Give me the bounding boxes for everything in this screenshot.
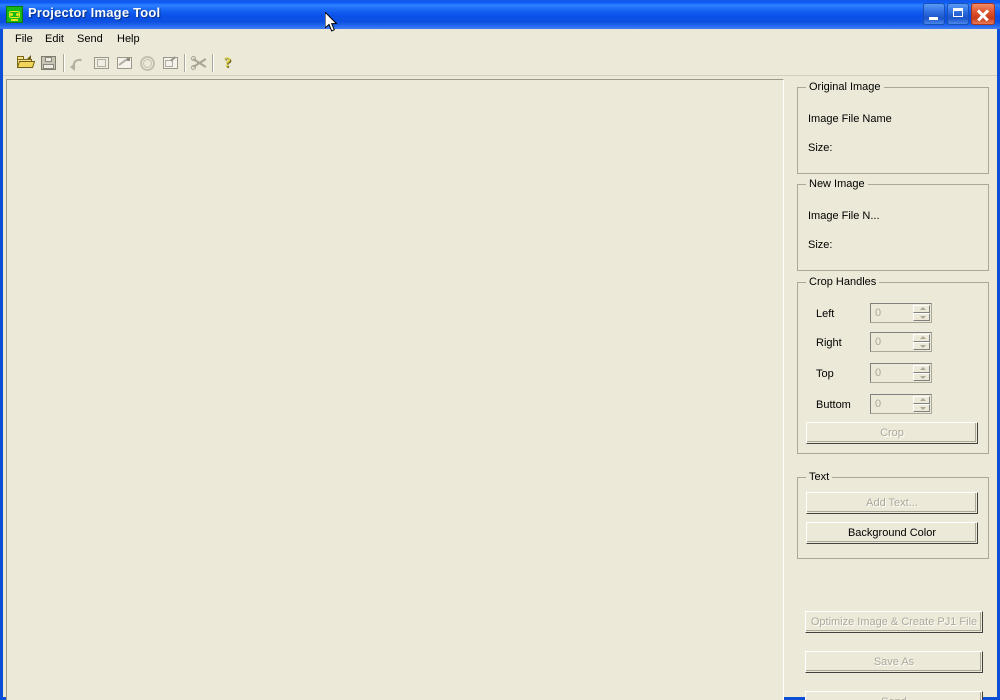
window-title: Projector Image Tool [28, 5, 161, 20]
background-color-button[interactable]: Background Color [806, 522, 978, 544]
toolbar: ? [3, 49, 997, 76]
text-group-title: Text [806, 471, 833, 483]
close-button[interactable] [971, 3, 995, 25]
crop-bottom-increment[interactable] [913, 396, 930, 404]
menu-item-send[interactable]: Send [71, 32, 109, 47]
crop-top-value: 0 [875, 367, 882, 379]
crop-bottom-value: 0 [875, 398, 882, 410]
crop-right-value: 0 [875, 336, 882, 348]
original-image-title: Original Image [806, 81, 884, 93]
new-image-filename-label: Image File N... [808, 210, 880, 222]
caption-button-group [921, 3, 995, 25]
original-image-filename-label: Image File Name [808, 113, 892, 125]
crop-left-decrement[interactable] [913, 313, 930, 321]
crop-handles-group: Crop Handles Left 0 Right 0 Top 0 Buttom… [797, 276, 989, 454]
new-image-size-label: Size: [808, 239, 833, 251]
crop-left-label: Left [816, 308, 835, 320]
toolbar-separator-3 [212, 54, 214, 72]
menu-bar: File Edit Send Help [3, 29, 997, 49]
new-image-group: New Image Image File N... Size: [797, 178, 989, 271]
maximize-icon [953, 8, 963, 17]
crop-top-label: Top [816, 368, 834, 380]
crop-button[interactable]: Crop [806, 422, 978, 444]
crop-left-value: 0 [875, 307, 882, 319]
save-disk-icon[interactable] [37, 52, 60, 74]
image-canvas[interactable] [6, 79, 784, 700]
menu-item-help[interactable]: Help [111, 32, 146, 47]
side-panel: Original Image Image File Name Size: New… [791, 79, 995, 700]
add-text-button[interactable]: Add Text... [806, 492, 978, 514]
crop-top-stepper[interactable]: 0 [870, 363, 932, 383]
crop-rect-icon[interactable] [90, 52, 113, 74]
client-area: File Edit Send Help ? Original Image Ima… [3, 29, 997, 700]
original-image-group: Original Image Image File Name Size: [797, 81, 989, 174]
save-as-button[interactable]: Save As [805, 651, 983, 673]
minimize-icon [929, 17, 938, 20]
crop-right-decrement[interactable] [913, 342, 930, 350]
pencil-icon[interactable] [113, 52, 136, 74]
export-icon[interactable] [159, 52, 182, 74]
text-group: Text Add Text... Background Color [797, 471, 989, 559]
send-icon[interactable] [188, 52, 211, 74]
optimize-image-button[interactable]: Optimize Image & Create PJ1 File [805, 611, 983, 633]
original-image-size-label: Size: [808, 142, 833, 154]
projector-icon [6, 6, 23, 23]
help-question-icon[interactable]: ? [216, 52, 239, 74]
new-image-title: New Image [806, 178, 868, 190]
undo-icon[interactable] [67, 52, 90, 74]
crop-right-label: Right [816, 337, 842, 349]
crop-right-stepper[interactable]: 0 [870, 332, 932, 352]
application-window: Projector Image Tool File Edit Send Help [0, 0, 1000, 700]
toolbar-separator-1 [63, 54, 65, 72]
crop-right-increment[interactable] [913, 334, 930, 342]
crop-handles-title: Crop Handles [806, 276, 880, 288]
title-bar[interactable]: Projector Image Tool [0, 0, 1000, 29]
crop-top-decrement[interactable] [913, 373, 930, 381]
menu-item-file[interactable]: File [9, 32, 39, 47]
maximize-button[interactable] [947, 3, 969, 25]
optimize-circle-icon[interactable] [136, 52, 159, 74]
crop-bottom-label: Buttom [816, 399, 851, 411]
crop-bottom-stepper[interactable]: 0 [870, 394, 932, 414]
minimize-button[interactable] [923, 3, 945, 25]
send-button[interactable]: Send [805, 691, 983, 700]
crop-left-stepper[interactable]: 0 [870, 303, 932, 323]
crop-bottom-decrement[interactable] [913, 404, 930, 412]
menu-item-edit[interactable]: Edit [39, 32, 70, 47]
crop-left-increment[interactable] [913, 305, 930, 313]
open-folder-icon[interactable] [14, 52, 37, 74]
crop-top-increment[interactable] [913, 365, 930, 373]
toolbar-separator-2 [184, 54, 186, 72]
